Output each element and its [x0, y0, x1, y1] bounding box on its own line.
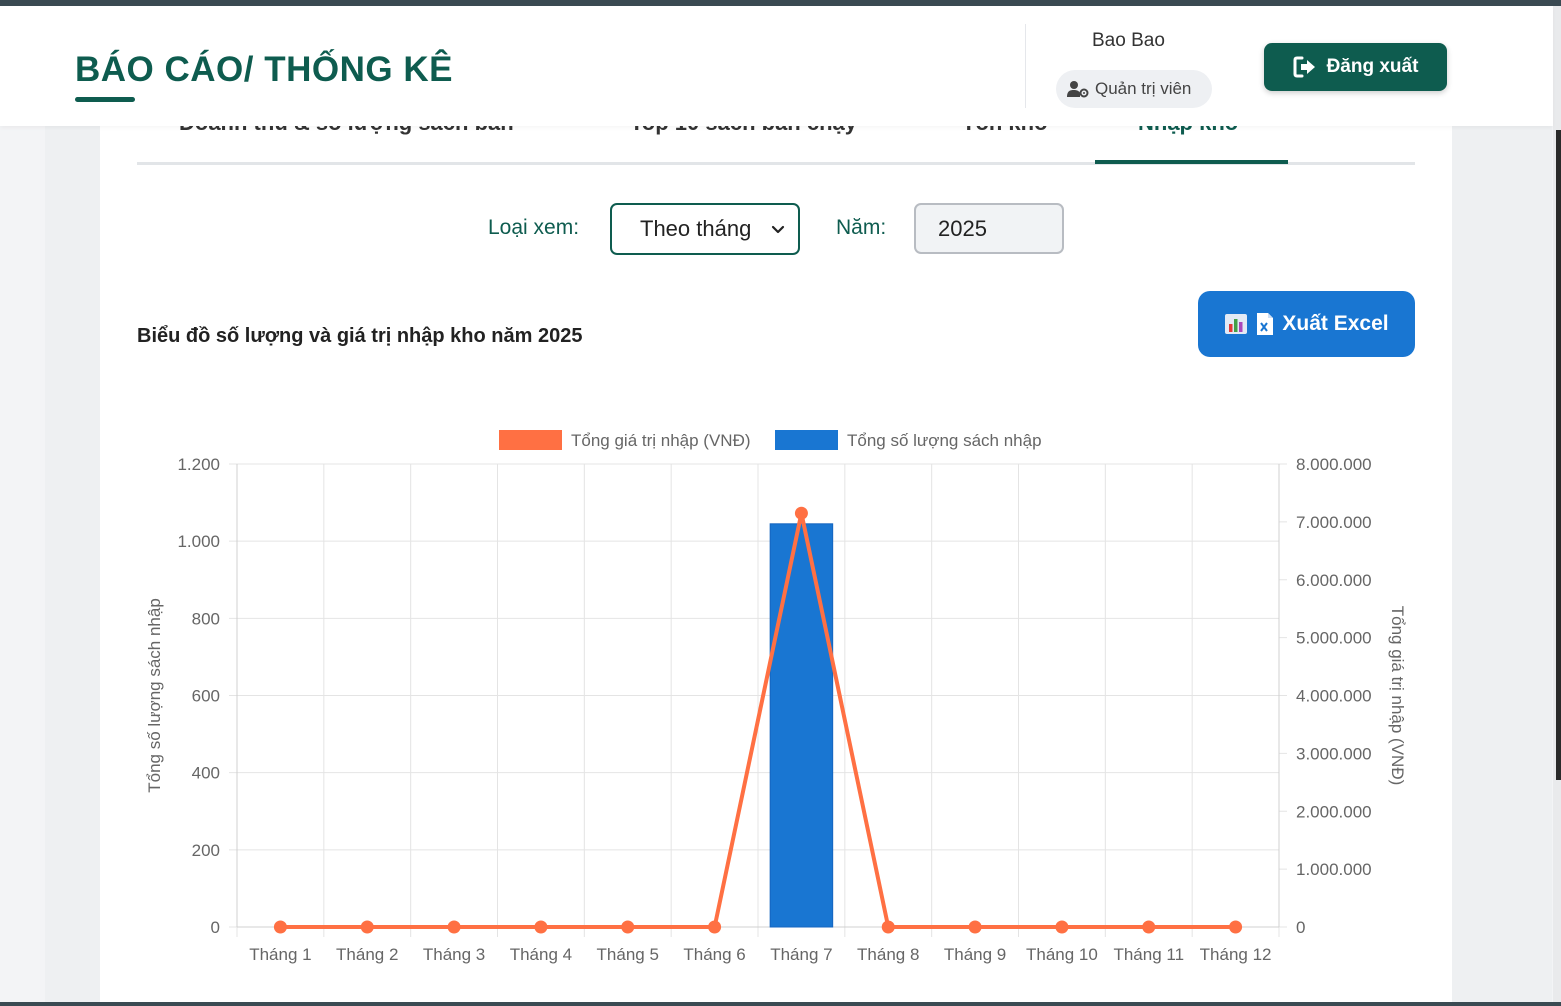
x-tick-label: Tháng 7	[770, 945, 832, 964]
y-tick-label: 800	[192, 609, 220, 628]
y2-tick-label: 8.000.000	[1296, 455, 1372, 474]
import-chart: 0 200 400 600 800 1.000 1.200 0 1.000.000 2.000.0…	[145, 430, 1407, 964]
role-label: Quản trị viên	[1095, 79, 1192, 98]
x-tick-label: Tháng 9	[944, 945, 1006, 964]
x-tick-label: Tháng 11	[1113, 945, 1184, 964]
y2-tick-label: 7.000.000	[1296, 513, 1372, 532]
y-tick-label: 400	[192, 764, 220, 783]
line-point	[534, 920, 548, 934]
y2-tick-label: 4.000.000	[1296, 687, 1372, 706]
y2-tick-label: 3.000.000	[1296, 744, 1372, 763]
line-point	[1229, 920, 1243, 934]
line-point	[273, 920, 287, 934]
line-point	[1055, 920, 1069, 934]
legend-swatch	[775, 430, 838, 450]
line-point	[447, 920, 461, 934]
line-point	[708, 920, 722, 934]
line-point	[1142, 920, 1156, 934]
page-title: BÁO CÁO/ THỐNG KÊ	[75, 50, 453, 89]
user-name: Bao Bao	[1092, 30, 1165, 51]
y2-tick-label: 2.000.000	[1296, 802, 1372, 821]
logout-button[interactable]: Đăng xuất	[1264, 43, 1447, 91]
line-point	[360, 920, 374, 934]
line-point	[881, 920, 895, 934]
legend-swatch	[499, 430, 562, 450]
y-tick-label: 0	[211, 918, 220, 937]
x-tick-label: Tháng 1	[249, 945, 311, 964]
bar	[769, 523, 834, 928]
y-axis-title: Tổng số lượng sách nhập	[145, 598, 164, 793]
y2-axis-title: Tổng giá trị nhập (VNĐ)	[1388, 606, 1407, 786]
y2-tick-label: 6.000.000	[1296, 571, 1372, 590]
sign-out-icon	[1293, 56, 1315, 78]
y2-tick-label: 1.000.000	[1296, 860, 1372, 879]
y-tick-label: 1.000	[177, 532, 220, 551]
legend-label: Tổng giá trị nhập (VNĐ)	[571, 431, 751, 450]
line-point	[794, 506, 808, 520]
title-underline	[75, 97, 135, 102]
y2-tick-label: 5.000.000	[1296, 629, 1372, 648]
y2-tick-label: 0	[1296, 918, 1305, 937]
y-tick-label: 600	[192, 687, 220, 706]
window-bottom-border	[0, 1002, 1561, 1006]
x-tick-label: Tháng 5	[597, 945, 659, 964]
x-tick-label: Tháng 12	[1200, 945, 1272, 964]
x-tick-label: Tháng 8	[857, 945, 919, 964]
app-header: BÁO CÁO/ THỐNG KÊ Bao Bao Quản trị viên …	[0, 6, 1553, 126]
x-tick-label: Tháng 3	[423, 945, 485, 964]
line-point	[968, 920, 982, 934]
x-tick-label: Tháng 2	[336, 945, 398, 964]
legend-label: Tổng số lượng sách nhập	[847, 431, 1042, 450]
x-tick-label: Tháng 10	[1026, 945, 1098, 964]
x-tick-label: Tháng 4	[510, 945, 572, 964]
y-tick-label: 200	[192, 841, 220, 860]
y-tick-label: 1.200	[177, 455, 220, 474]
line-point	[621, 920, 635, 934]
user-cog-icon	[1067, 81, 1089, 98]
scrollbar[interactable]	[1553, 6, 1561, 1006]
x-tick-label: Tháng 6	[683, 945, 745, 964]
header-divider	[1025, 24, 1026, 108]
logout-label: Đăng xuất	[1326, 56, 1419, 77]
role-badge: Quản trị viên	[1056, 70, 1212, 108]
